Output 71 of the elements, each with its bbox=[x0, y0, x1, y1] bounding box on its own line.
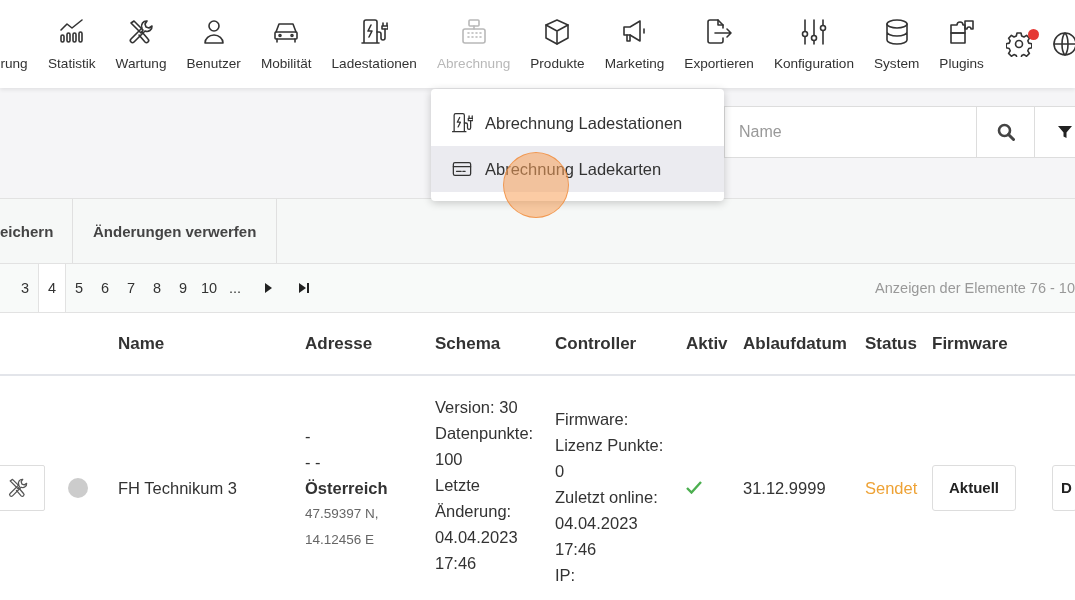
tools-icon bbox=[127, 18, 156, 46]
column-header: Controller bbox=[554, 333, 638, 354]
column-header: Aktiv bbox=[685, 333, 729, 354]
nav-item[interactable]: Produkte bbox=[530, 0, 585, 71]
schema-info: Version: 30 bbox=[435, 397, 518, 418]
row-action-button[interactable]: D bbox=[1052, 464, 1075, 511]
settings-button[interactable] bbox=[1005, 27, 1039, 57]
table-cell-text: FH Technikum 3 bbox=[118, 477, 237, 499]
column-header: Adresse bbox=[304, 333, 374, 354]
menu-item[interactable]: Abrechnung Ladestationen bbox=[431, 100, 724, 146]
controller-info: IP: bbox=[555, 565, 576, 586]
charging-station-icon bbox=[451, 112, 473, 134]
nav-item[interactable]: rung bbox=[0, 0, 28, 71]
nav-item[interactable]: Statistik bbox=[48, 0, 96, 71]
menu-item[interactable]: Abrechnung Ladekarten bbox=[431, 146, 724, 192]
column-header: Status bbox=[864, 333, 918, 354]
firmware-button[interactable]: Aktuell bbox=[932, 464, 1016, 511]
table-cell-text: 31.12.9999 bbox=[743, 477, 826, 499]
cash-register-icon bbox=[459, 18, 488, 46]
toolbar-button[interactable]: Änderungen verwerfen bbox=[73, 199, 278, 263]
nav-item[interactable]: Konfiguration bbox=[773, 0, 854, 71]
controller-info: Lizenz Punkte: 0 bbox=[555, 435, 665, 482]
nav-item[interactable]: Wartung bbox=[115, 0, 167, 71]
nav-item[interactable]: Plugins bbox=[939, 0, 984, 71]
tools-icon bbox=[6, 476, 29, 499]
column-header: Firmware bbox=[931, 333, 1009, 354]
controller-info: Zuletzt online: 04.04.2023 17:46 bbox=[555, 487, 659, 560]
sliders-icon bbox=[799, 18, 828, 46]
nav-item[interactable]: Exportieren bbox=[684, 0, 754, 71]
status-text: Sendet bbox=[865, 477, 918, 499]
maintenance-button[interactable] bbox=[0, 464, 45, 511]
page-link[interactable]: 9 bbox=[170, 264, 196, 312]
nav-item[interactable]: System bbox=[874, 0, 920, 71]
nav-item[interactable]: Benutzer bbox=[186, 0, 241, 71]
column-header: Name bbox=[117, 333, 166, 354]
page-link[interactable]: 4 bbox=[38, 264, 66, 312]
search-icon bbox=[996, 123, 1015, 141]
page-link[interactable]: 7 bbox=[118, 264, 144, 312]
line-chart-icon bbox=[57, 18, 86, 46]
search-button[interactable] bbox=[976, 106, 1035, 158]
nav-item[interactable]: Mobilität bbox=[260, 0, 312, 71]
country-name: Österreich bbox=[305, 477, 388, 499]
filter-icon bbox=[1057, 125, 1072, 139]
pagination-summary: Anzeigen der Elemente 76 - 10 bbox=[875, 279, 1075, 298]
nav-item[interactable]: Ladestationen bbox=[331, 0, 417, 71]
controller-info: Firmware: bbox=[555, 409, 629, 430]
column-header: Ablaufdatum bbox=[742, 333, 848, 354]
coordinates: 47.59397 N, 14.12456 E bbox=[305, 504, 380, 549]
puzzle-icon bbox=[947, 18, 976, 46]
column-header: Schema bbox=[434, 333, 502, 354]
page-link[interactable]: 3 bbox=[12, 264, 38, 312]
export-icon bbox=[705, 18, 734, 46]
settings-icon bbox=[1005, 31, 1032, 57]
schema-info: Letzte Änderung: 04.04.2023 17:46 bbox=[435, 475, 519, 574]
address-line: - bbox=[305, 425, 311, 447]
page-link[interactable]: 8 bbox=[144, 264, 170, 312]
page-link[interactable]: 10 bbox=[196, 264, 222, 312]
last-page-icon bbox=[299, 283, 309, 293]
search-field[interactable]: Name bbox=[724, 106, 976, 158]
address-line: - - bbox=[305, 451, 321, 473]
page-link[interactable]: ... bbox=[222, 264, 248, 312]
globe-icon bbox=[1051, 31, 1075, 57]
nav-item[interactable]: Marketing bbox=[604, 0, 665, 71]
next-icon bbox=[264, 283, 272, 293]
toolbar-button[interactable]: eichern bbox=[0, 199, 73, 263]
page-link[interactable]: 6 bbox=[92, 264, 118, 312]
language-button[interactable] bbox=[1051, 31, 1075, 57]
page-link[interactable]: 5 bbox=[66, 264, 92, 312]
schema-info: Datenpunkte: 100 bbox=[435, 423, 535, 470]
charging-station-icon bbox=[360, 18, 389, 46]
cube-icon bbox=[543, 18, 572, 46]
